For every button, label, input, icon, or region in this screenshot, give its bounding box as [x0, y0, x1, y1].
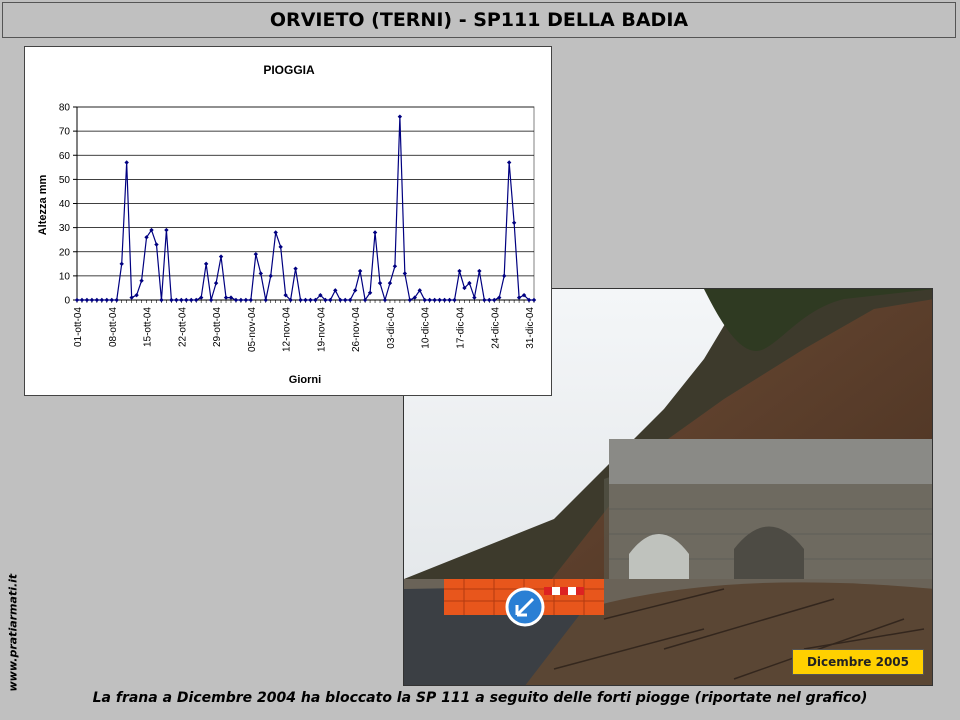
date-label: Dicembre 2005 [791, 649, 924, 675]
x-tick-label: 17-dic-04 [455, 307, 466, 349]
x-tick-label: 22-ott-04 [177, 307, 188, 347]
x-tick-label: 31-dic-04 [525, 307, 536, 349]
chart-xlabel: Giorni [289, 374, 321, 386]
y-tick-label: 10 [59, 271, 71, 282]
x-tick-label: 29-ott-04 [212, 307, 223, 347]
chart-title: PIOGGIA [263, 63, 315, 77]
x-tick-label: 24-dic-04 [490, 307, 501, 349]
y-tick-label: 30 [59, 223, 71, 234]
x-tick-label: 08-ott-04 [108, 307, 119, 347]
x-tick-label: 15-ott-04 [143, 307, 154, 347]
y-tick-label: 20 [59, 247, 71, 258]
x-tick-label: 10-dic-04 [421, 307, 432, 349]
y-tick-label: 50 [59, 175, 71, 186]
x-tick-label: 05-nov-04 [247, 307, 258, 352]
y-tick-label: 40 [59, 199, 71, 210]
y-tick-label: 70 [59, 127, 71, 138]
side-url: www.pratiarmati.it [6, 573, 20, 692]
rainfall-chart-svg: PIOGGIA Altezza mm Giorni 0 10 20 30 40 50 60 7… [37, 63, 537, 386]
x-tick-label: 12-nov-04 [282, 307, 293, 352]
rainfall-chart: PIOGGIA Altezza mm Giorni 0 10 20 30 40 50 60 7… [24, 46, 552, 396]
x-tick-label: 26-nov-04 [351, 307, 362, 352]
chart-ylabel: Altezza mm [37, 175, 49, 236]
y-tick-label: 60 [59, 151, 71, 162]
y-tick-label: 80 [59, 103, 71, 114]
caption: La frana a Dicembre 2004 ha bloccato la … [92, 690, 868, 706]
x-tick-label: 19-nov-04 [316, 307, 327, 352]
x-tick-label: 03-dic-04 [386, 307, 397, 349]
x-tick-label: 01-ott-04 [73, 307, 84, 347]
page-title: ORVIETO (TERNI) - SP111 DELLA BADIA [2, 2, 956, 38]
page-title-text: ORVIETO (TERNI) - SP111 DELLA BADIA [269, 9, 689, 31]
y-tick-label: 0 [64, 296, 70, 307]
